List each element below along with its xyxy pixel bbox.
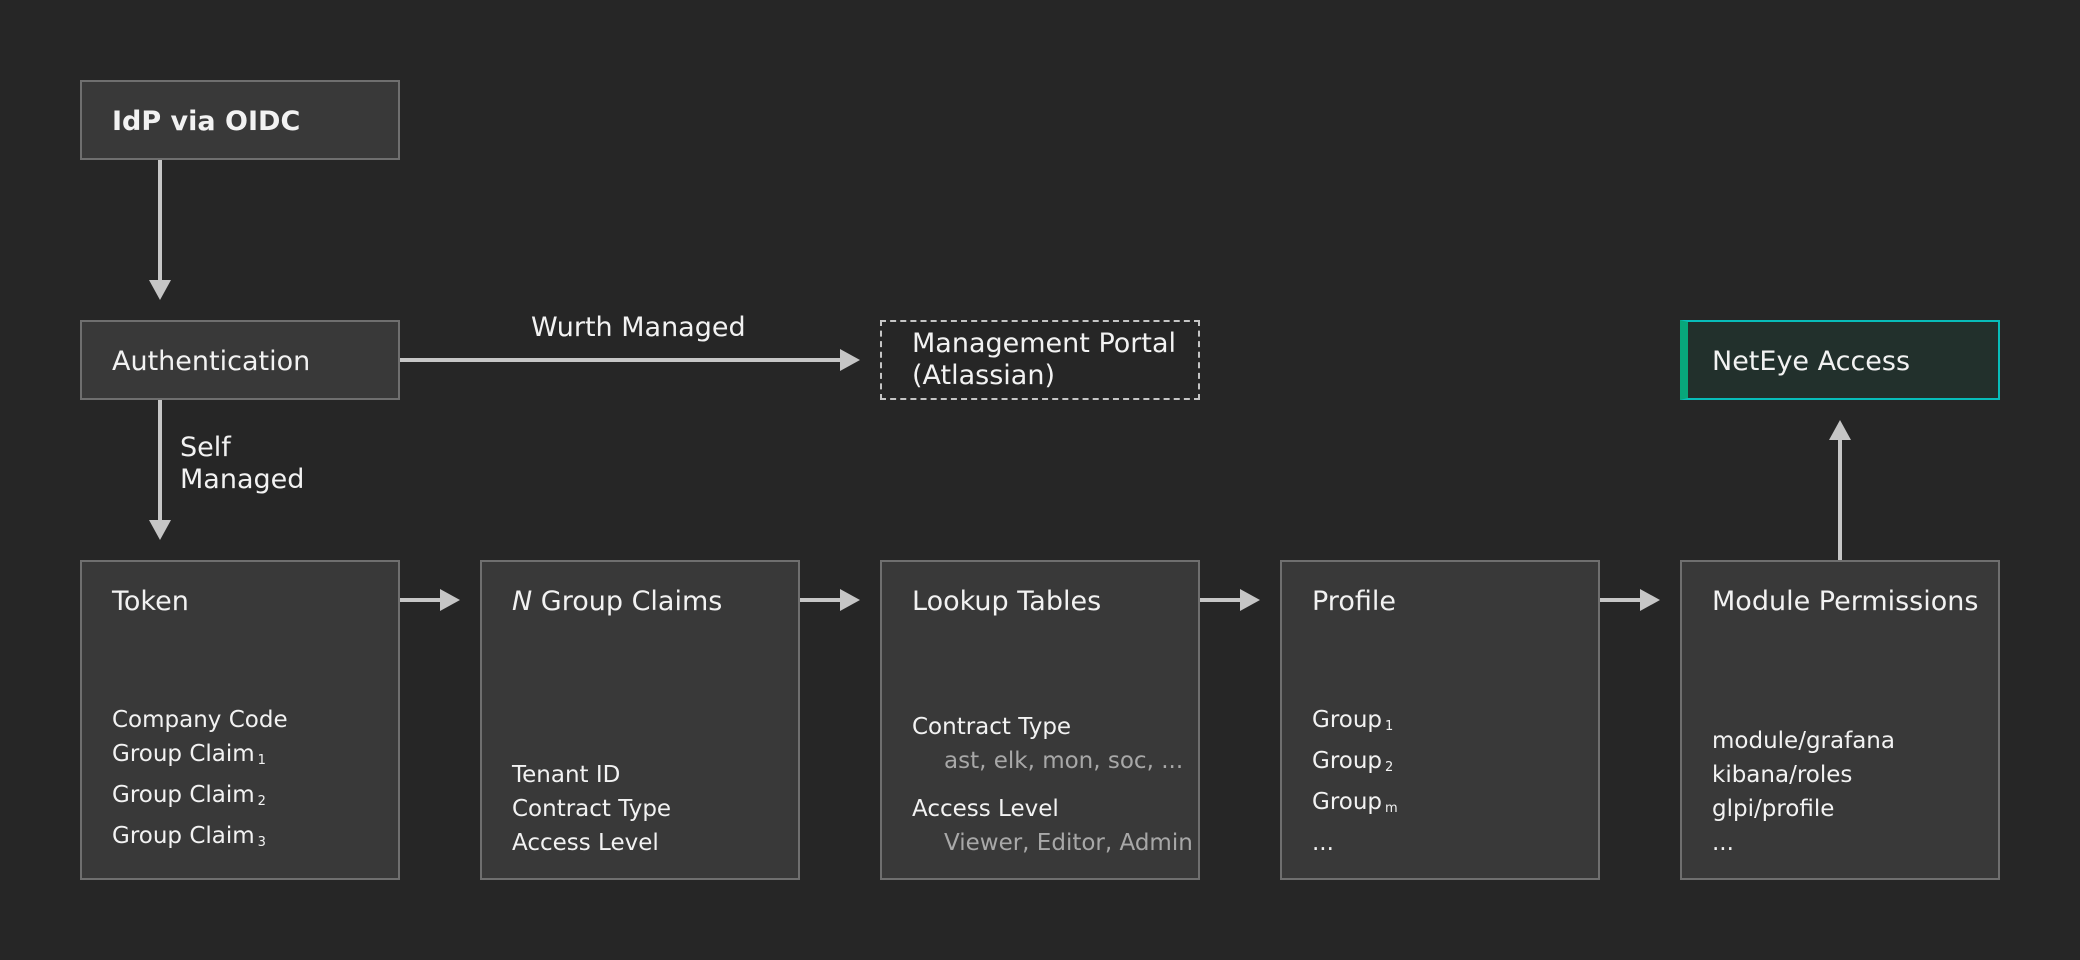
node-management-portal: Management Portal (Atlassian) xyxy=(880,320,1200,400)
list-item: module/grafana xyxy=(1712,728,1895,754)
list-item: Group Claim 2 xyxy=(112,782,266,809)
node-authentication: Authentication xyxy=(80,320,400,400)
lookup-entry-label: Access Level xyxy=(912,796,1059,822)
node-token: Token Company Code Group Claim 1 Group Cl… xyxy=(80,560,400,880)
lookup-entry-label: Contract Type xyxy=(912,714,1072,740)
node-profile-title: Profile xyxy=(1312,586,1396,617)
list-item: Group Claim 3 xyxy=(112,823,266,850)
node-group-claims-title-prefix: N xyxy=(512,586,533,617)
node-module-permissions-items: module/grafana kibana/roles glpi/profile… xyxy=(1712,724,1895,860)
node-idp: IdP via OIDC xyxy=(80,80,400,160)
node-management-portal-line1: Management Portal xyxy=(912,328,1177,359)
edge-label-self-managed: Self Managed xyxy=(180,432,304,496)
lookup-entry-values: Viewer, Editor, Admin xyxy=(944,830,1193,856)
arrowhead-right-icon xyxy=(840,349,860,371)
node-management-portal-line2: (Atlassian) xyxy=(912,360,1055,391)
node-lookup-tables-entries: Contract Type ast, elk, mon, soc, ... Ac… xyxy=(912,710,1193,860)
node-module-permissions: Module Permissions module/grafana kibana… xyxy=(1680,560,2000,880)
arrowhead-right-icon xyxy=(1240,589,1260,611)
list-item: Group m xyxy=(1312,789,1398,816)
list-item: Group 2 xyxy=(1312,748,1394,775)
node-module-permissions-title: Module Permissions xyxy=(1712,586,1979,617)
node-profile: Profile Group 1 Group 2 Group m ... xyxy=(1280,560,1600,880)
arrowhead-down-icon xyxy=(149,520,171,540)
arrowhead-right-icon xyxy=(1640,589,1660,611)
node-profile-items: Group 1 Group 2 Group m ... xyxy=(1312,703,1398,860)
list-item: ... xyxy=(1712,830,1734,856)
node-authentication-title: Authentication xyxy=(112,346,311,377)
node-neteye-access-title: NetEye Access xyxy=(1712,346,1911,377)
list-item: ... xyxy=(1312,830,1334,856)
list-item: Access Level xyxy=(512,830,659,856)
list-item: Group Claim 1 xyxy=(112,741,266,768)
node-neteye-access: NetEye Access xyxy=(1680,320,2000,400)
node-group-claims: N Group Claims Tenant ID Contract Type A… xyxy=(480,560,800,880)
node-token-title: Token xyxy=(112,586,189,617)
list-item: Company Code xyxy=(112,707,288,733)
lookup-entry-values: ast, elk, mon, soc, ... xyxy=(944,748,1184,774)
node-token-items: Company Code Group Claim 1 Group Claim 2 G… xyxy=(112,703,288,860)
list-item: Tenant ID xyxy=(512,762,621,788)
node-group-claims-items: Tenant ID Contract Type Access Level xyxy=(512,758,671,860)
arrowhead-right-icon xyxy=(440,589,460,611)
list-item: glpi/profile xyxy=(1712,796,1835,822)
list-item: Group 1 xyxy=(1312,707,1394,734)
node-idp-title: IdP via OIDC xyxy=(112,106,301,137)
node-lookup-tables: Lookup Tables Contract Type ast, elk, mo… xyxy=(880,560,1200,880)
node-group-claims-title: N Group Claims xyxy=(512,586,723,617)
edge-label-self-managed-line1: Self xyxy=(180,432,231,463)
edge-label-self-managed-line2: Managed xyxy=(180,464,305,495)
node-lookup-tables-title: Lookup Tables xyxy=(912,586,1102,617)
node-management-portal-title: Management Portal (Atlassian) xyxy=(912,328,1176,392)
arrowhead-down-icon xyxy=(149,280,171,300)
arrowhead-right-icon xyxy=(840,589,860,611)
edge-label-wurth-managed: Wurth Managed xyxy=(531,312,746,343)
arrowhead-up-icon xyxy=(1829,420,1851,440)
list-item: kibana/roles xyxy=(1712,762,1853,788)
list-item: Contract Type xyxy=(512,796,672,822)
